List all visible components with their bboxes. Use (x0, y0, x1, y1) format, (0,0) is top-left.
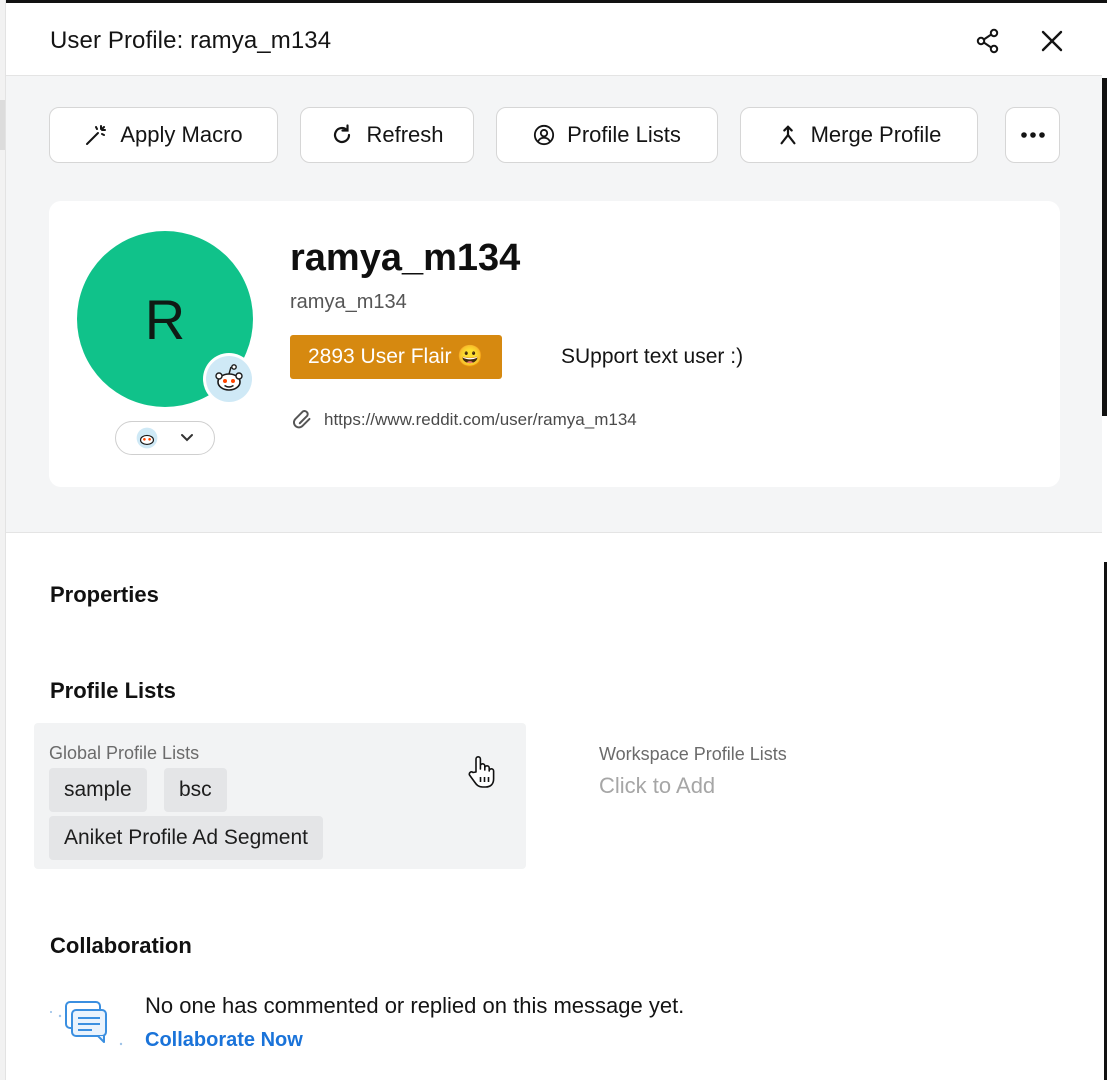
properties-heading: Properties (50, 582, 159, 607)
profile-overview-section: Apply Macro Refresh Profile Lists Merge … (6, 76, 1102, 533)
username: ramya_m134 (290, 291, 407, 313)
profile-lists-label: Profile Lists (567, 122, 681, 147)
window-right-edge (1102, 78, 1107, 416)
apply-macro-label: Apply Macro (120, 122, 243, 147)
apply-macro-button[interactable]: Apply Macro (49, 107, 278, 163)
background-window-notch (0, 100, 5, 150)
avatar-initial: R (144, 287, 186, 351)
profile-list-chip[interactable]: Aniket Profile Ad Segment (49, 816, 323, 860)
hand-cursor-icon (466, 755, 496, 794)
workspace-profile-lists-label: Workspace Profile Lists (599, 744, 787, 764)
profile-list-chip[interactable]: bsc (164, 768, 227, 812)
profile-url-link[interactable]: https://www.reddit.com/user/ramya_m134 (290, 407, 637, 433)
user-flair-text: 2893 User Flair 😀 (308, 345, 484, 368)
merge-profile-button[interactable]: Merge Profile (740, 107, 978, 163)
reddit-badge (203, 353, 255, 405)
flair-description: SUpport text user :) (561, 345, 744, 368)
page-title: User Profile: ramya_m134 (50, 27, 332, 54)
profile-lists-heading: Profile Lists (50, 678, 176, 703)
profile-card: R ramya_m134 ramya_m134 2893 User Flair … (49, 201, 1060, 487)
refresh-icon (334, 124, 351, 144)
global-profile-lists-label: Global Profile Lists (49, 743, 200, 763)
profile-lists-button[interactable]: Profile Lists (496, 107, 718, 163)
display-name: ramya_m134 (290, 237, 521, 279)
profile-source-dropdown[interactable] (115, 421, 215, 455)
collaborate-now-link[interactable]: Collaborate Now (145, 1029, 303, 1052)
panel-header: User Profile: ramya_m134 (6, 3, 1102, 76)
refresh-button[interactable]: Refresh (300, 107, 474, 163)
refresh-label: Refresh (366, 122, 444, 147)
more-actions-button[interactable] (1005, 107, 1060, 163)
reddit-icon (215, 364, 243, 391)
reddit-icon (136, 427, 158, 449)
collaboration-empty-text: No one has commented or replied on this … (145, 993, 685, 1018)
link-icon (293, 410, 311, 429)
global-profile-lists[interactable]: Global Profile Lists sample bsc Aniket P… (34, 723, 526, 869)
user-circle-icon (534, 124, 555, 146)
merge-icon (780, 125, 796, 145)
merge-profile-label: Merge Profile (810, 122, 942, 147)
profile-list-chip[interactable]: sample (49, 768, 147, 812)
user-profile-panel: User Profile: ramya_m134 Apply Macro Ref… (6, 3, 1102, 1080)
workspace-profile-lists-add[interactable]: Click to Add (599, 773, 715, 799)
magic-wand-icon (86, 125, 107, 145)
close-icon[interactable] (1036, 25, 1068, 57)
chat-bubbles-icon (46, 996, 130, 1059)
more-horizontal-icon (1020, 132, 1045, 138)
chevron-down-icon (181, 434, 193, 442)
collaboration-heading: Collaboration (50, 933, 192, 958)
user-flair-badge: 2893 User Flair 😀 (290, 335, 502, 379)
profile-url-text: https://www.reddit.com/user/ramya_m134 (324, 410, 637, 429)
share-icon[interactable] (972, 25, 1004, 57)
